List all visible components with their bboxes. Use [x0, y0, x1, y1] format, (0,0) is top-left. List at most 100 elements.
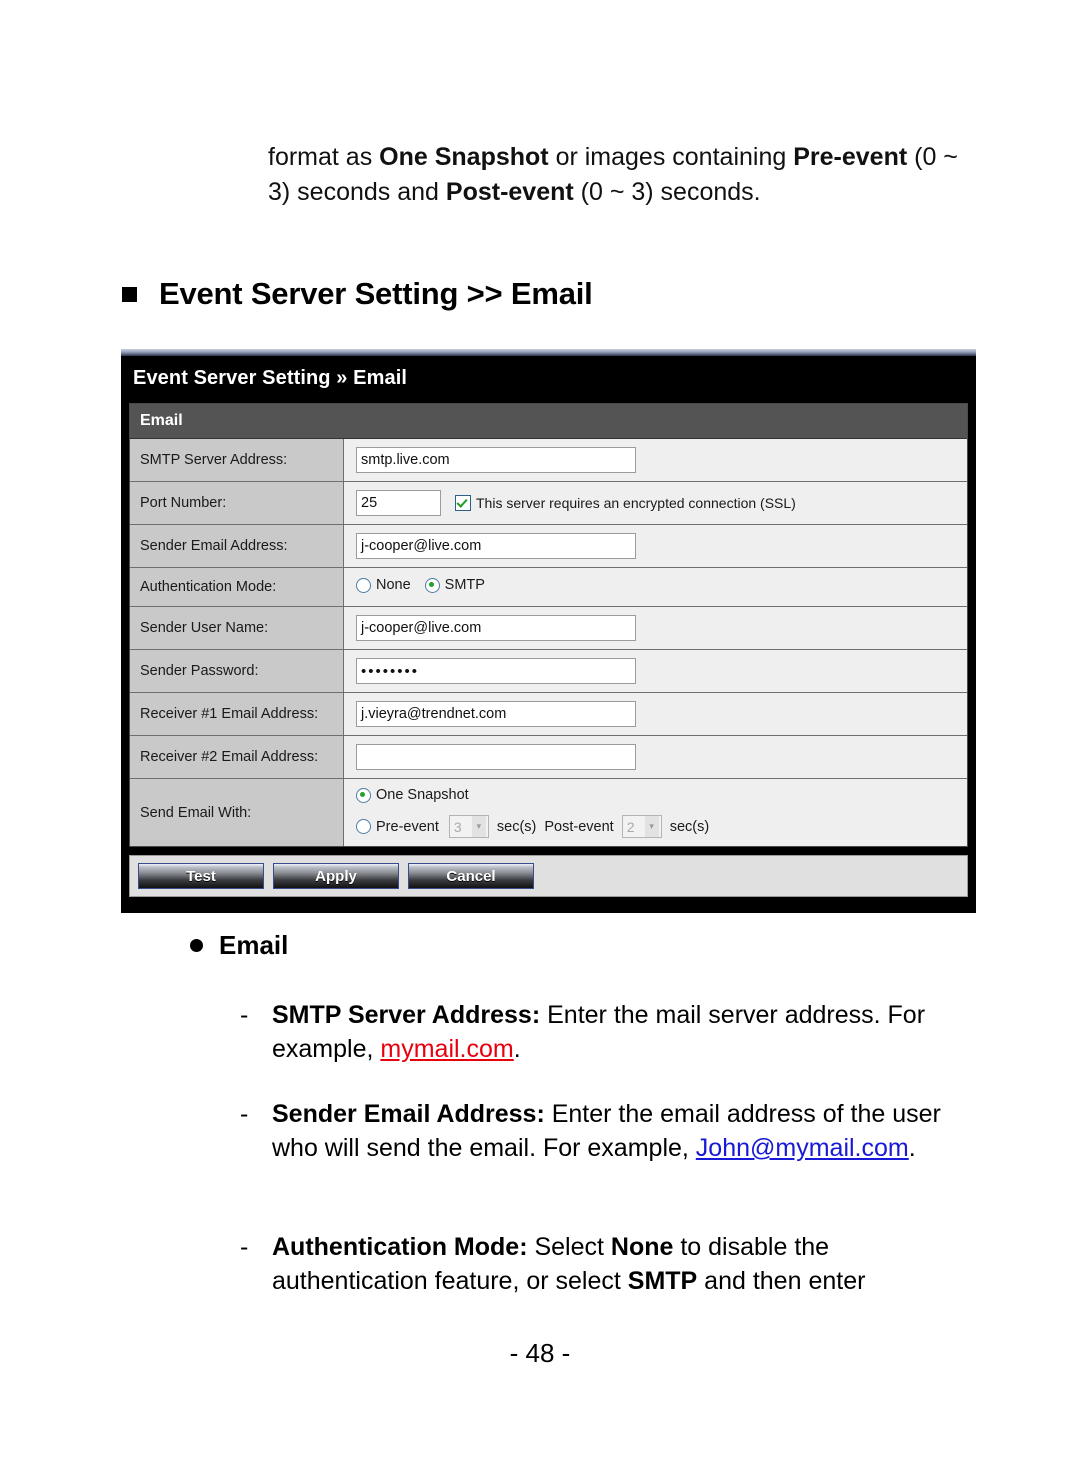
- note-item-smtp-server-address: - SMTP Server Address: Enter the mail se…: [240, 998, 970, 1066]
- label-receiver-2-email-address: Receiver #2 Email Address:: [130, 735, 344, 779]
- label-sender-password: Sender Password:: [130, 649, 344, 693]
- notes-heading-label: Email: [219, 930, 289, 960]
- panel-inner: Email SMTP Server Address: smtp.live.com…: [129, 403, 968, 847]
- send-email-pre-post-event-line: Pre-event 3 ▾ sec(s) Post-event 2 ▾ sec(s): [356, 815, 967, 838]
- post-event-seconds-select[interactable]: 2 ▾: [621, 815, 662, 838]
- post-event-seconds-unit: sec(s): [669, 818, 710, 835]
- note-text-after: .: [513, 1035, 521, 1063]
- sender-user-name-input[interactable]: j-cooper@live.com: [356, 615, 636, 641]
- cell-port-number: 25 This server requires an encrypted conn…: [343, 481, 967, 525]
- test-button[interactable]: Test: [138, 863, 264, 889]
- round-bullet-icon: [190, 939, 203, 952]
- port-number-input[interactable]: 25: [356, 490, 441, 516]
- intro-seg-3: or images containing: [548, 143, 794, 171]
- note-text-after: .: [908, 1134, 916, 1162]
- note-term: Authentication Mode:: [272, 1233, 528, 1261]
- apply-button[interactable]: Apply: [273, 863, 399, 889]
- table-row: Send Email With: One Snapshot Pre-event …: [130, 778, 967, 846]
- intro-bold-pre-event: Pre-event: [793, 143, 908, 171]
- table-row: Port Number: 25 This server requires an e…: [130, 481, 967, 525]
- dash-bullet: -: [240, 1100, 249, 1128]
- intro-bold-post-event: Post-event: [445, 178, 574, 206]
- note-body: SMTP Server Address: Enter the mail serv…: [272, 998, 970, 1066]
- radio-smtp-icon[interactable]: [424, 577, 440, 593]
- pre-event-seconds-value: 3: [453, 818, 462, 835]
- receiver-1-email-input[interactable]: j.vieyra@trendnet.com: [356, 701, 636, 727]
- mymail-link[interactable]: mymail.com: [380, 1035, 513, 1063]
- panel-button-bar: Test Apply Cancel: [129, 855, 968, 897]
- send-email-one-snapshot-option[interactable]: One Snapshot: [356, 787, 469, 803]
- label-sender-email-address: Sender Email Address:: [130, 524, 344, 568]
- send-email-pre-event-option[interactable]: Pre-event: [356, 819, 439, 835]
- panel-top-strip: [121, 349, 976, 356]
- label-send-email-with: Send Email With:: [130, 778, 344, 846]
- cell-smtp-server-address: smtp.live.com: [344, 439, 968, 482]
- section-heading: Event Server Setting >> Email: [122, 276, 593, 312]
- pre-event-seconds-select[interactable]: 3 ▾: [448, 815, 489, 838]
- label-receiver-1-email-address: Receiver #1 Email Address:: [130, 692, 344, 736]
- label-sender-user-name: Sender User Name:: [130, 606, 344, 650]
- note-term: SMTP Server Address:: [272, 1001, 541, 1029]
- chevron-down-icon: ▾: [471, 816, 486, 837]
- auth-mode-none-option[interactable]: None: [356, 577, 411, 593]
- table-row: Sender User Name: j-cooper@live.com: [130, 606, 967, 650]
- sender-email-address-input[interactable]: j-cooper@live.com: [356, 533, 636, 559]
- intro-seg-1: format as: [268, 143, 380, 171]
- dash-bullet: -: [240, 1001, 249, 1029]
- page-number: - 48 -: [509, 1338, 571, 1368]
- label-authentication-mode: Authentication Mode:: [130, 567, 344, 607]
- sender-password-input[interactable]: ••••••••: [356, 658, 636, 684]
- table-row: Receiver #1 Email Address: j.vieyra@tren…: [130, 692, 967, 736]
- cell-send-email-with: One Snapshot Pre-event 3 ▾ sec(s) Post-ev…: [343, 778, 967, 846]
- email-settings-table: SMTP Server Address: smtp.live.com Port …: [130, 439, 967, 846]
- label-smtp-server-address: SMTP Server Address:: [130, 439, 344, 482]
- label-port-number: Port Number:: [130, 481, 344, 525]
- note-item-sender-email-address: - Sender Email Address: Enter the email …: [240, 1097, 970, 1165]
- note-term-smtp: SMTP: [627, 1267, 698, 1295]
- radio-pre-event-icon[interactable]: [356, 819, 371, 834]
- section-heading-label: Event Server Setting >> Email: [159, 276, 593, 311]
- ssl-checkbox[interactable]: [455, 495, 471, 511]
- cell-receiver-2-email-address: [343, 735, 967, 779]
- cell-sender-email-address: j-cooper@live.com: [343, 524, 967, 568]
- receiver-2-email-input[interactable]: [356, 744, 636, 770]
- chevron-down-icon: ▾: [644, 816, 659, 837]
- table-row: SMTP Server Address: smtp.live.com: [130, 439, 967, 482]
- smtp-server-address-input[interactable]: smtp.live.com: [356, 447, 636, 473]
- square-bullet-icon: [122, 286, 137, 302]
- cancel-button[interactable]: Cancel: [408, 863, 534, 889]
- one-snapshot-label: One Snapshot: [376, 787, 469, 803]
- send-email-one-snapshot-line: One Snapshot: [356, 787, 967, 803]
- post-event-seconds-value: 2: [626, 818, 635, 835]
- note-body: Sender Email Address: Enter the email ad…: [272, 1097, 970, 1165]
- radio-one-snapshot-icon[interactable]: [356, 787, 371, 803]
- auth-mode-smtp-label: SMTP: [444, 577, 485, 594]
- pre-event-seconds-unit: sec(s): [496, 818, 537, 835]
- post-event-label: Post-event: [544, 818, 614, 835]
- table-row: Receiver #2 Email Address:: [130, 735, 967, 779]
- note-body: Authentication Mode: Select None to disa…: [272, 1230, 970, 1298]
- cell-sender-password: ••••••••: [343, 649, 967, 693]
- cell-receiver-1-email-address: j.vieyra@trendnet.com: [343, 692, 967, 736]
- note-seg-a: Select: [527, 1233, 611, 1261]
- section-bar-email: Email: [130, 404, 967, 439]
- cell-sender-user-name: j-cooper@live.com: [343, 606, 967, 650]
- notes-heading: Email: [190, 930, 288, 961]
- radio-none-icon[interactable]: [356, 577, 371, 593]
- panel-title: Event Server Setting » Email: [121, 356, 976, 403]
- intro-paragraph: format as One Snapshot or images contain…: [268, 140, 968, 210]
- john-mymail-link[interactable]: John@mymail.com: [696, 1134, 909, 1162]
- auth-mode-smtp-option[interactable]: SMTP: [424, 577, 485, 594]
- note-term-none: None: [610, 1233, 674, 1261]
- event-server-email-panel: Event Server Setting » Email Email SMTP …: [121, 349, 976, 913]
- note-seg-c: and then enter: [697, 1267, 866, 1295]
- table-row: Authentication Mode: None SMTP: [130, 567, 967, 607]
- table-row: Sender Password: ••••••••: [130, 649, 967, 693]
- note-term: Sender Email Address:: [272, 1100, 545, 1128]
- intro-bold-one-snapshot: One Snapshot: [379, 143, 549, 171]
- ssl-checkbox-label: This server requires an encrypted connec…: [476, 495, 796, 511]
- auth-mode-none-label: None: [376, 577, 411, 594]
- panel-bottom-padding: [121, 897, 976, 913]
- dash-bullet: -: [240, 1233, 249, 1261]
- pre-event-label: Pre-event: [376, 818, 439, 835]
